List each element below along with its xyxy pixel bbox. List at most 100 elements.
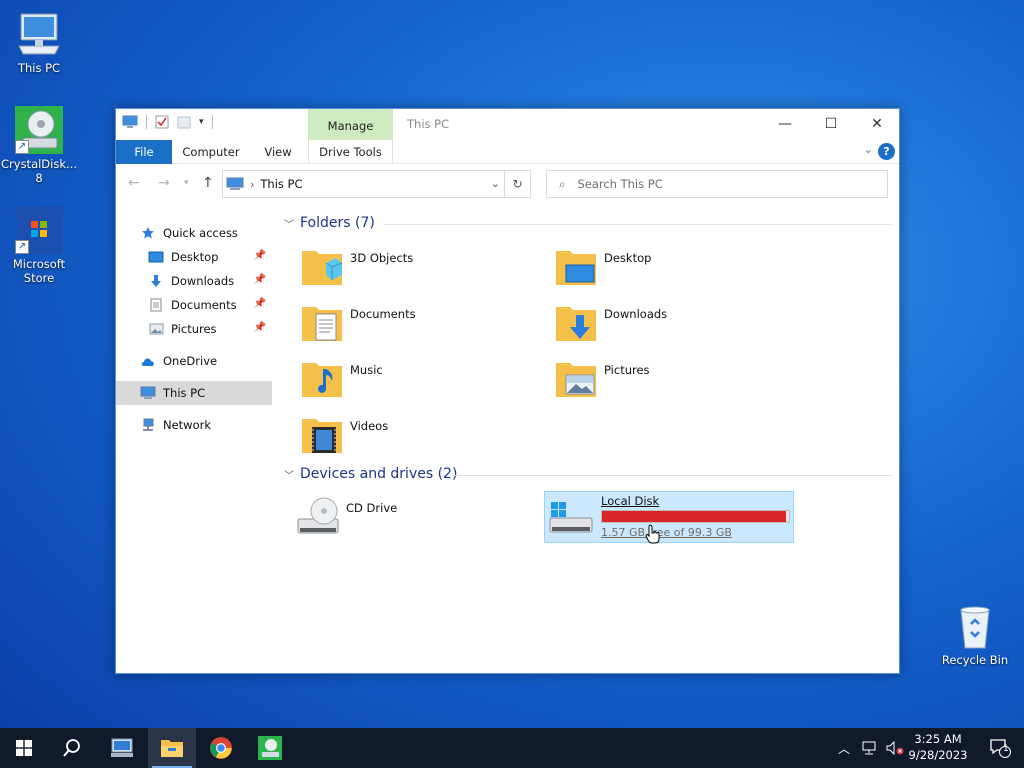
address-bar[interactable]: › This PC ⌄ ↻	[222, 170, 531, 198]
show-hidden-icons-icon[interactable]: ︿	[838, 740, 850, 757]
forward-button[interactable]: →	[158, 175, 170, 191]
pin-icon[interactable]: 📌	[254, 274, 266, 285]
drive-cd[interactable]: CD Drive	[296, 495, 546, 547]
drives-group-header[interactable]: ﹀ Devices and drives (2)	[284, 466, 892, 482]
address-dropdown-icon[interactable]: ⌄	[491, 177, 500, 190]
this-pc-small-icon	[140, 385, 156, 401]
search-icon: ⌕	[559, 176, 566, 191]
tab-file[interactable]: File	[116, 140, 172, 164]
start-button[interactable]	[0, 728, 48, 768]
nav-downloads[interactable]: Downloads 📌	[116, 269, 272, 293]
folder-downloads-icon	[556, 307, 596, 341]
recycle-bin-icon	[951, 602, 999, 650]
properties-icon[interactable]	[155, 115, 169, 129]
nav-this-pc[interactable]: This PC	[116, 381, 272, 405]
collapse-chevron-icon[interactable]: ﹀	[284, 216, 294, 231]
folders-group-header[interactable]: ﹀ Folders (7)	[284, 215, 892, 231]
tab-manage[interactable]: Manage	[308, 109, 393, 140]
nav-desktop[interactable]: Desktop 📌	[116, 245, 272, 269]
nav-label: Downloads	[171, 274, 235, 288]
crystaldisk-icon	[258, 736, 282, 760]
nav-documents[interactable]: Documents 📌	[116, 293, 272, 317]
minimize-button[interactable]: —	[762, 113, 808, 137]
folder-label: Downloads	[604, 307, 668, 321]
hand-cursor-icon	[645, 524, 660, 544]
search-button[interactable]	[48, 728, 96, 768]
nav-onedrive[interactable]: OneDrive	[116, 349, 272, 373]
file-explorer-window: ▾ Manage This PC — ☐ ✕ File Computer Vie…	[115, 108, 900, 674]
folder-label: Desktop	[604, 251, 652, 265]
window-title: This PC	[407, 117, 450, 131]
desktop-icon-label: Microsoft Store	[12, 257, 66, 285]
desktop-icon-label: This PC	[17, 61, 61, 75]
nav-network[interactable]: Network	[116, 413, 272, 437]
cd-drive-icon	[297, 497, 339, 534]
desktop-icon-recycle-bin[interactable]: Recycle Bin	[935, 602, 1015, 667]
help-icon[interactable]: ?	[878, 143, 895, 160]
system-tray: ︿	[838, 728, 904, 768]
up-button[interactable]: ↑	[202, 175, 214, 191]
desktop-icon-crystaldisk[interactable]: ↗ CrystalDisk... 8	[0, 106, 79, 185]
folder-label: Documents	[350, 307, 416, 321]
control-panel-icon	[111, 738, 133, 757]
refresh-button[interactable]: ↻	[504, 171, 530, 197]
toolbar-separator	[146, 115, 147, 129]
disk-usage-fill	[602, 511, 786, 522]
desktop-icon-microsoft-store[interactable]: ↗ Microsoft Store	[0, 206, 79, 285]
network-status-icon[interactable]	[862, 741, 878, 755]
close-button[interactable]: ✕	[854, 113, 900, 137]
breadcrumb-this-pc[interactable]: This PC	[260, 177, 302, 191]
action-center-button[interactable]: 1	[976, 728, 1024, 768]
tab-computer[interactable]: Computer	[178, 140, 244, 164]
nav-pictures[interactable]: Pictures 📌	[116, 317, 272, 341]
shortcut-arrow-icon: ↗	[15, 140, 29, 154]
folder-pictures[interactable]: Pictures	[554, 357, 804, 409]
this-pc-small-icon	[226, 177, 244, 190]
taskbar-app-chrome[interactable]	[197, 728, 245, 768]
taskbar-app-control-panel[interactable]	[98, 728, 146, 768]
tab-view[interactable]: View	[254, 140, 302, 164]
drive-local-disk[interactable]: Local Disk 1.57 GB free of 99.3 GB	[544, 491, 794, 544]
folder-music[interactable]: Music	[300, 357, 550, 409]
maximize-button[interactable]: ☐	[808, 113, 854, 137]
new-folder-icon[interactable]	[177, 115, 191, 129]
expand-ribbon-icon[interactable]: ⌄	[864, 143, 873, 156]
pin-icon[interactable]: 📌	[254, 250, 266, 261]
shortcut-arrow-icon: ↗	[15, 240, 29, 254]
system-clock[interactable]: 3:25 AM 9/28/2023	[902, 731, 974, 763]
folder-videos-icon	[302, 419, 342, 453]
back-button[interactable]: ←	[128, 175, 140, 191]
document-icon	[148, 297, 164, 313]
desktop-icon	[148, 249, 164, 265]
breadcrumb-chevron-icon[interactable]: ›	[250, 178, 254, 191]
folder-documents-icon	[302, 307, 342, 341]
folder-videos[interactable]: Videos	[300, 413, 550, 465]
nav-quick-access[interactable]: Quick access	[116, 221, 272, 245]
quick-access-toolbar: ▾	[122, 115, 213, 129]
pin-icon[interactable]: 📌	[254, 298, 266, 309]
folder-desktop-icon	[556, 251, 596, 285]
search-input[interactable]: ⌕ Search This PC	[546, 170, 888, 198]
windows-logo-icon	[16, 740, 32, 756]
drive-label: CD Drive	[346, 501, 398, 515]
nav-label: Pictures	[171, 322, 217, 336]
taskbar-app-crystaldisk[interactable]	[246, 728, 294, 768]
tab-drive-tools[interactable]: Drive Tools	[308, 140, 393, 164]
ribbon-tabs: File Computer View Drive Tools ⌄ ?	[116, 140, 899, 164]
pin-icon[interactable]: 📌	[254, 322, 266, 333]
drive-label: Local Disk	[601, 494, 660, 508]
customize-toolbar-icon[interactable]: ▾	[199, 117, 204, 127]
disk-free-space: 1.57 GB free of 99.3 GB	[601, 526, 732, 539]
desktop-icon-this-pc[interactable]: This PC	[0, 10, 79, 75]
folder-3d-objects[interactable]: 3D Objects	[300, 245, 550, 297]
folder-documents[interactable]: Documents	[300, 301, 550, 353]
nav-label: OneDrive	[163, 354, 218, 368]
collapse-chevron-icon[interactable]: ﹀	[284, 467, 294, 482]
taskbar-app-file-explorer[interactable]	[148, 728, 196, 768]
folder-desktop[interactable]: Desktop	[554, 245, 804, 297]
folder-downloads[interactable]: Downloads	[554, 301, 804, 353]
recent-locations-icon[interactable]: ▾	[184, 178, 189, 188]
picture-icon	[148, 321, 164, 337]
folder-label: Videos	[350, 419, 389, 433]
download-arrow-icon	[148, 273, 164, 289]
